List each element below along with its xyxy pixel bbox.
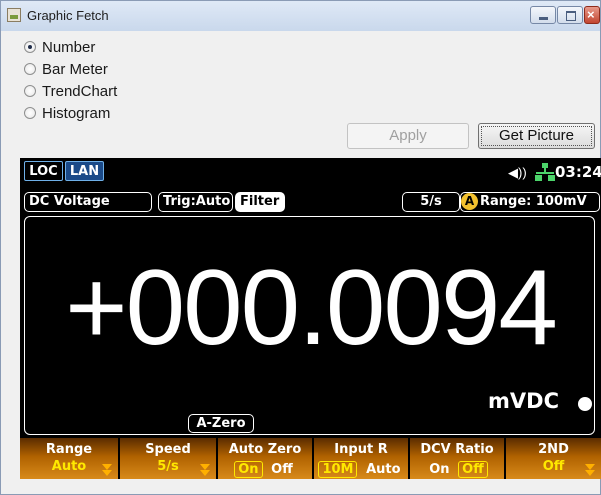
dropdown-arrow-icon: [585, 464, 595, 470]
softkey-bar: Range Auto Speed 5/s Auto Zero On Off In…: [20, 438, 601, 479]
softkey-title: 2ND: [538, 442, 569, 457]
close-icon: ×: [587, 7, 595, 22]
maximize-button[interactable]: [557, 6, 583, 24]
minimize-button[interactable]: [530, 6, 556, 24]
lan-badge: LAN: [65, 161, 104, 181]
loc-badge: LOC: [24, 161, 63, 181]
window-title: Graphic Fetch: [27, 8, 109, 23]
get-picture-button[interactable]: Get Picture: [478, 123, 595, 149]
radio-label: Histogram: [42, 105, 111, 122]
softkey-title: Range: [45, 442, 93, 457]
radio-indicator: [24, 107, 36, 119]
unit-label: mVDC: [488, 389, 559, 413]
radio-label: TrendChart: [42, 83, 118, 100]
option-on: On: [234, 461, 263, 478]
softkey-input-r[interactable]: Input R 10M Auto: [314, 438, 410, 479]
softkey-title: Input R: [334, 442, 388, 457]
rate-label: 5/s: [402, 192, 460, 212]
meter-screen: LOC LAN ◀)) 03:24:27 DC Voltage Trig:Aut…: [20, 158, 601, 479]
dropdown-arrow-icon: [102, 464, 112, 470]
softkey-title: Speed: [145, 442, 191, 457]
softkey-2nd[interactable]: 2ND Off: [506, 438, 601, 479]
option-off: Off: [458, 461, 488, 478]
dropdown-arrow-icon: [200, 470, 210, 476]
softkey-speed[interactable]: Speed 5/s: [120, 438, 218, 479]
option-auto: Auto: [366, 462, 401, 477]
option-10m: 10M: [318, 461, 358, 478]
softkey-dcv-ratio[interactable]: DCV Ratio On Off: [410, 438, 506, 479]
close-button[interactable]: ×: [584, 6, 600, 24]
app-icon: [7, 8, 21, 22]
network-icon: [535, 163, 555, 181]
function-label: DC Voltage: [24, 192, 152, 212]
reading-panel: +000.0094 A-Zero mVDC: [24, 216, 595, 435]
apply-button[interactable]: Apply: [347, 123, 469, 149]
radio-indicator: [24, 63, 36, 75]
filter-label: Filter: [235, 192, 285, 212]
range-label: Range: 100mV: [480, 194, 587, 209]
measure-indicator-icon: [578, 397, 592, 411]
dropdown-arrow-icon: [102, 470, 112, 476]
dropdown-arrow-icon: [200, 464, 210, 470]
radio-indicator: [24, 85, 36, 97]
radio-label: Bar Meter: [42, 61, 108, 78]
title-bar: Graphic Fetch ×: [1, 1, 600, 31]
graphic-fetch-window: Graphic Fetch × Number Bar Meter TrendCh…: [0, 0, 601, 495]
radio-label: Number: [42, 39, 96, 56]
maximize-icon: [566, 11, 576, 21]
softkey-range[interactable]: Range Auto: [20, 438, 120, 479]
main-reading: +000.0094: [65, 247, 558, 367]
radio-indicator: [24, 41, 36, 53]
auto-zero-tag: A-Zero: [188, 414, 254, 433]
softkey-auto-zero[interactable]: Auto Zero On Off: [218, 438, 314, 479]
option-off: Off: [271, 462, 293, 477]
softkey-title: Auto Zero: [228, 442, 302, 457]
info-bar: DC Voltage Trig:Auto Filter 5/s A Range:…: [20, 190, 601, 213]
trigger-label: Trig:Auto: [158, 192, 233, 212]
auto-range-icon: A: [461, 193, 478, 210]
option-on: On: [429, 462, 450, 477]
status-bar: LOC LAN ◀)) 03:24:27: [20, 158, 601, 186]
dropdown-arrow-icon: [585, 470, 595, 476]
softkey-title: DCV Ratio: [420, 442, 494, 457]
speaker-icon: ◀)): [508, 165, 527, 180]
minimize-icon: [539, 17, 548, 20]
clock-time: 03:24:27: [555, 163, 601, 181]
